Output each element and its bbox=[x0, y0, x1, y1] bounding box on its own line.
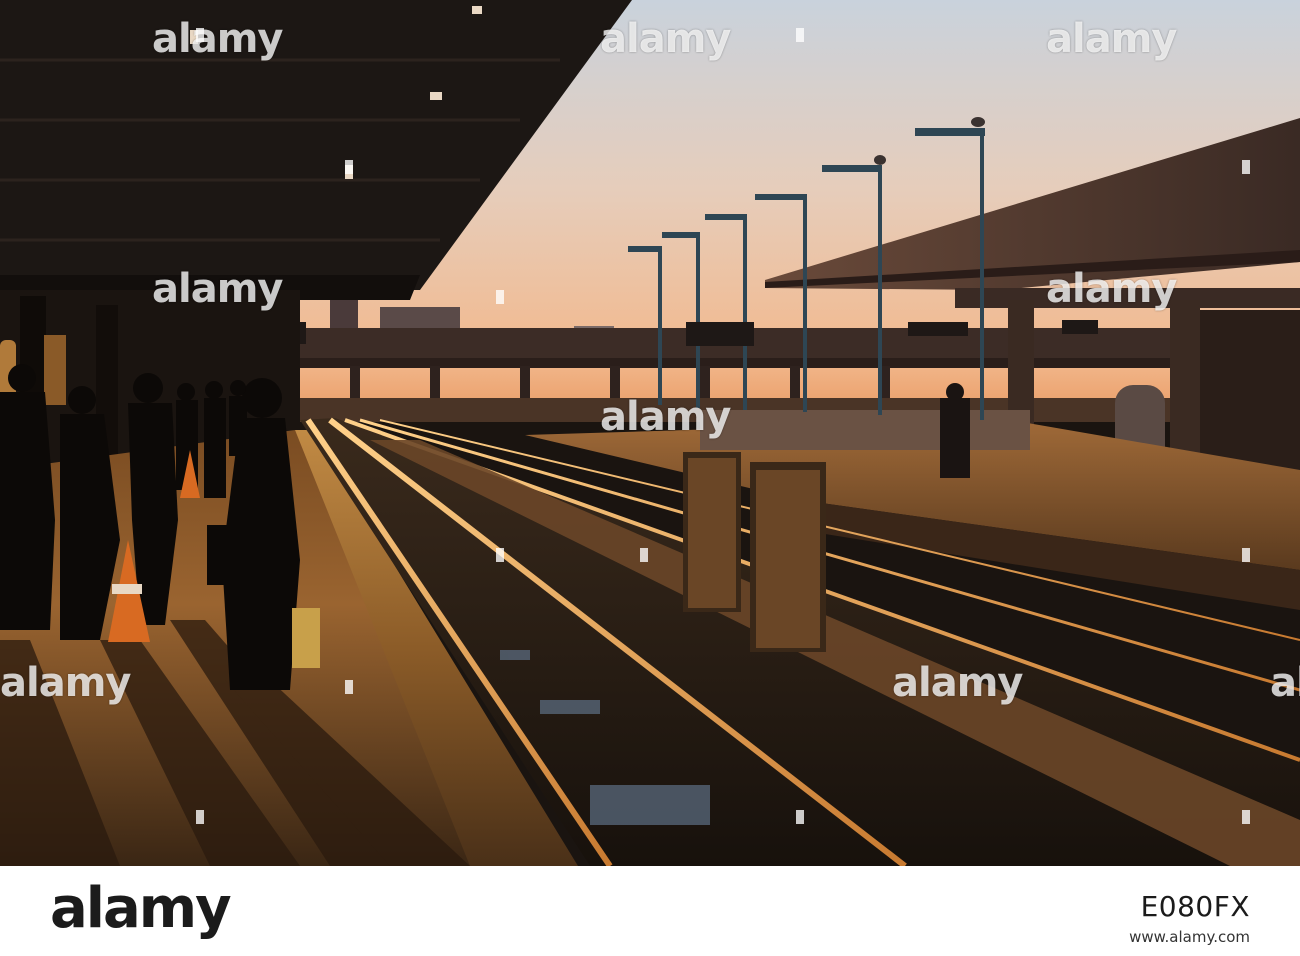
stock-photo-page: alamy alamy alamy alamy alamy alamy alam… bbox=[0, 0, 1300, 956]
attribution-banner: alamy E080FX www.alamy.com bbox=[0, 866, 1300, 956]
train-station-sunset-scene bbox=[0, 0, 1300, 866]
alamy-logo[interactable]: alamy bbox=[50, 876, 232, 941]
image-id: E080FX bbox=[1140, 890, 1250, 923]
site-url[interactable]: www.alamy.com bbox=[1129, 928, 1250, 946]
photo: alamy alamy alamy alamy alamy alamy alam… bbox=[0, 0, 1300, 866]
